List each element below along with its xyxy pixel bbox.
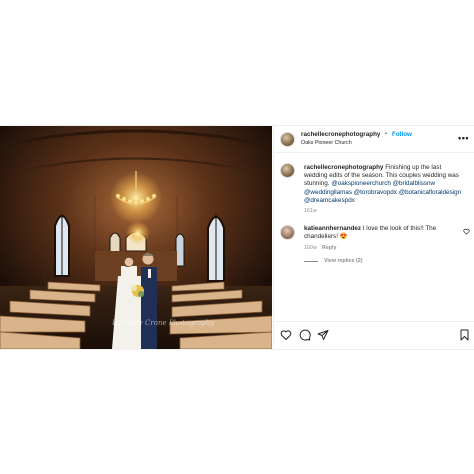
reply-button[interactable]: Reply <box>322 245 336 251</box>
commenter-avatar[interactable] <box>280 225 295 240</box>
post-photo[interactable]: Rachelle Crone Photography <box>0 126 272 349</box>
post-sidebar: rachellecronephotography • Follow Oaks P… <box>273 126 474 349</box>
caption-avatar[interactable] <box>280 163 295 178</box>
action-bar <box>274 321 474 349</box>
comment-icon[interactable] <box>299 329 311 341</box>
author-avatar[interactable] <box>280 132 295 147</box>
comment-like-icon[interactable] <box>463 228 470 237</box>
save-icon[interactable] <box>459 329 470 341</box>
comment-age[interactable]: 160w <box>304 245 317 251</box>
view-replies-button[interactable]: View replies (2) <box>324 258 362 264</box>
more-options-icon[interactable]: ••• <box>458 133 469 143</box>
separator-dot: • <box>385 131 387 137</box>
post-header: rachellecronephotography • Follow Oaks P… <box>274 126 474 153</box>
replies-line <box>304 261 318 262</box>
caption-mentions-2[interactable]: @weddingllamas @torobravopdx <box>304 189 397 196</box>
like-icon[interactable] <box>280 329 292 341</box>
location-link[interactable]: Oaks Pioneer Church <box>301 140 352 146</box>
church-interior-image <box>0 126 272 349</box>
comment-emoji: 😍 <box>339 233 348 241</box>
caption: rachellecronephotography Finishing up th… <box>304 164 464 205</box>
caption-username[interactable]: rachellecronephotography <box>304 164 383 171</box>
photo-watermark: Rachelle Crone Photography <box>112 319 215 327</box>
caption-mentions-1[interactable]: @oakspioneerchurch @bridalblissnw <box>331 180 435 187</box>
share-icon[interactable] <box>317 329 329 341</box>
comment-username[interactable]: katieannhernandez <box>304 225 361 232</box>
caption-age[interactable]: 161w <box>304 208 317 214</box>
instagram-post: Rachelle Crone Photography rachellecrone… <box>0 125 474 350</box>
comment: katieannhernandez I love the look of thi… <box>304 225 454 241</box>
author-username[interactable]: rachellecronephotography <box>301 131 380 138</box>
follow-button[interactable]: Follow <box>392 131 412 138</box>
comments-section: rachellecronephotography Finishing up th… <box>274 153 474 321</box>
